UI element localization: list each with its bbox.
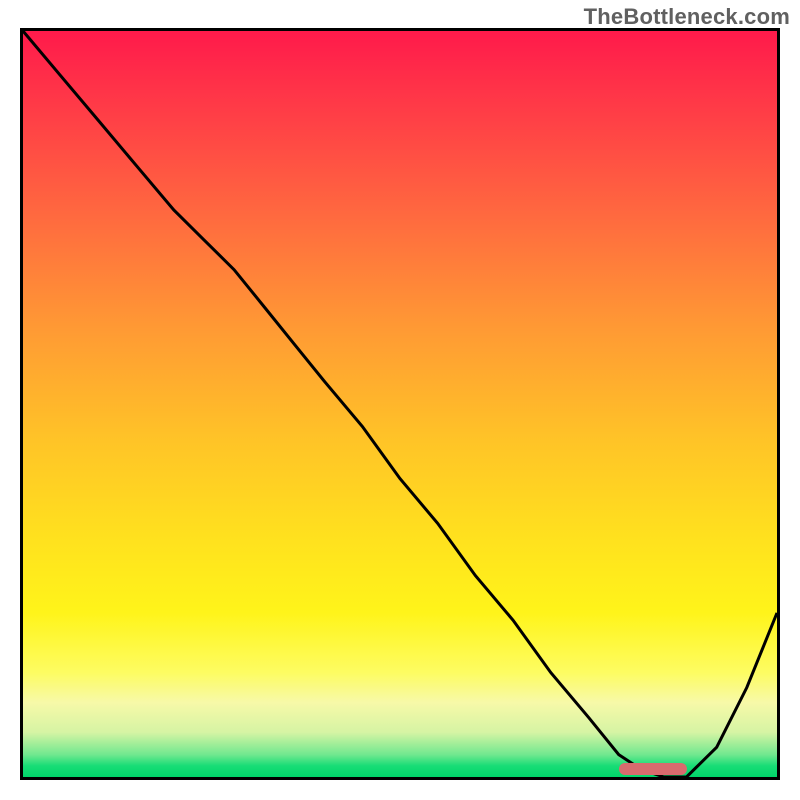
plot-inner — [23, 31, 777, 777]
bottleneck-curve — [23, 31, 777, 777]
watermark-text: TheBottleneck.com — [584, 4, 790, 30]
chart-root: TheBottleneck.com — [0, 0, 800, 800]
optimal-range-marker — [619, 763, 687, 775]
curve-path — [23, 31, 777, 777]
plot-frame — [20, 28, 780, 780]
